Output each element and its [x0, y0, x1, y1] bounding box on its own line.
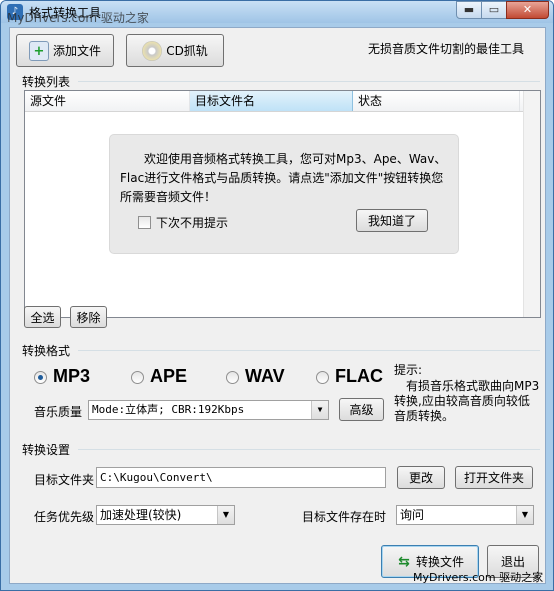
convert-arrows-icon: ⇆ — [398, 553, 410, 570]
column-status[interactable]: 状态 — [353, 91, 520, 111]
main-panel: + 添加文件 CD抓轨 无损音质文件切割的最佳工具 转换列表 源文件 目标文件名… — [9, 27, 546, 584]
file-exists-label: 目标文件存在时 — [302, 510, 387, 524]
radio-flac[interactable] — [316, 371, 329, 384]
slogan-text: 无损音质文件切割的最佳工具 — [368, 42, 525, 56]
group-divider — [78, 350, 540, 351]
hint-title: 提示: — [394, 363, 423, 377]
list-header: 源文件 目标文件名 状态 — [25, 91, 540, 112]
quality-select[interactable]: Mode:立体声; CBR:192Kbps ▼ — [88, 400, 329, 420]
priority-value: 加速处理(较快) — [100, 508, 182, 522]
advanced-button[interactable]: 高级 — [339, 398, 384, 421]
close-button[interactable]: ✕ — [506, 1, 549, 19]
group-divider — [78, 449, 540, 450]
welcome-tip-box: 欢迎使用音频格式转换工具，您可对Mp3、Ape、Wav、Flac进行文件格式与品… — [109, 134, 459, 254]
target-folder-label: 目标文件夹 — [34, 473, 95, 487]
add-file-button[interactable]: + 添加文件 — [16, 34, 114, 67]
window-controls: ▬ ▭ ✕ — [456, 1, 549, 19]
cd-disc-icon — [142, 40, 163, 61]
title-watermark: MyDrivers.com 驱动之家 — [7, 11, 149, 25]
radio-wav-label[interactable]: WAV — [245, 366, 285, 387]
change-folder-button[interactable]: 更改 — [397, 466, 445, 489]
radio-ape-label[interactable]: APE — [150, 366, 187, 387]
dont-show-label: 下次不用提示 — [156, 216, 229, 230]
footer-watermark: MyDrivers.com 驱动之家 — [413, 571, 544, 584]
quality-value: Mode:立体声; CBR:192Kbps — [92, 403, 245, 416]
file-exists-select[interactable]: 询问 ▼ — [396, 505, 534, 525]
convert-file-label: 转换文件 — [415, 555, 464, 569]
remove-button[interactable]: 移除 — [70, 306, 107, 328]
format-group-label: 转换格式 — [22, 344, 71, 358]
group-divider — [78, 81, 540, 82]
welcome-text: 欢迎使用音频格式转换工具，您可对Mp3、Ape、Wav、Flac进行文件格式与品… — [120, 152, 447, 204]
column-source-file[interactable]: 源文件 — [25, 91, 190, 111]
radio-ape[interactable] — [131, 371, 144, 384]
radio-flac-label[interactable]: FLAC — [335, 366, 383, 387]
conversion-list-label: 转换列表 — [22, 75, 71, 89]
dont-show-checkbox[interactable] — [138, 216, 151, 229]
chevron-down-icon: ▼ — [311, 401, 328, 419]
radio-mp3[interactable] — [34, 371, 47, 384]
cd-rip-button[interactable]: CD抓轨 — [126, 34, 224, 67]
open-folder-button[interactable]: 打开文件夹 — [455, 466, 533, 489]
file-exists-value: 询问 — [400, 508, 425, 522]
minimize-button[interactable]: ▬ — [456, 1, 482, 19]
got-it-button[interactable]: 我知道了 — [356, 209, 428, 232]
hint-text: 有损音乐格式歌曲向MP3转换,应由较高音质向较低音质转换。 — [394, 379, 540, 423]
quality-label: 音乐质量 — [34, 405, 83, 419]
select-all-button[interactable]: 全选 — [24, 306, 61, 328]
priority-select[interactable]: 加速处理(较快) ▼ — [96, 505, 235, 525]
list-scrollbar[interactable] — [523, 91, 540, 317]
maximize-button[interactable]: ▭ — [481, 1, 507, 19]
column-target-filename[interactable]: 目标文件名 — [190, 91, 353, 111]
add-file-icon: + — [28, 40, 49, 61]
chevron-down-icon: ▼ — [516, 506, 533, 524]
priority-label: 任务优先级 — [34, 510, 95, 524]
chevron-down-icon: ▼ — [217, 506, 234, 524]
radio-mp3-label[interactable]: MP3 — [53, 366, 90, 387]
radio-wav[interactable] — [226, 371, 239, 384]
add-file-label: 添加文件 — [52, 44, 101, 58]
target-folder-input[interactable]: C:\Kugou\Convert\ — [96, 467, 386, 488]
title-bar[interactable]: ♪ 格式转换工具 MyDrivers.com 驱动之家 ▬ ▭ ✕ — [1, 1, 553, 25]
settings-group-label: 转换设置 — [22, 443, 71, 457]
conversion-list[interactable]: 源文件 目标文件名 状态 欢迎使用音频格式转换工具，您可对Mp3、Ape、Wav… — [24, 90, 541, 318]
app-window: ♪ 格式转换工具 MyDrivers.com 驱动之家 ▬ ▭ ✕ + 添加文件… — [0, 0, 554, 591]
cd-rip-label: CD抓轨 — [166, 44, 208, 58]
